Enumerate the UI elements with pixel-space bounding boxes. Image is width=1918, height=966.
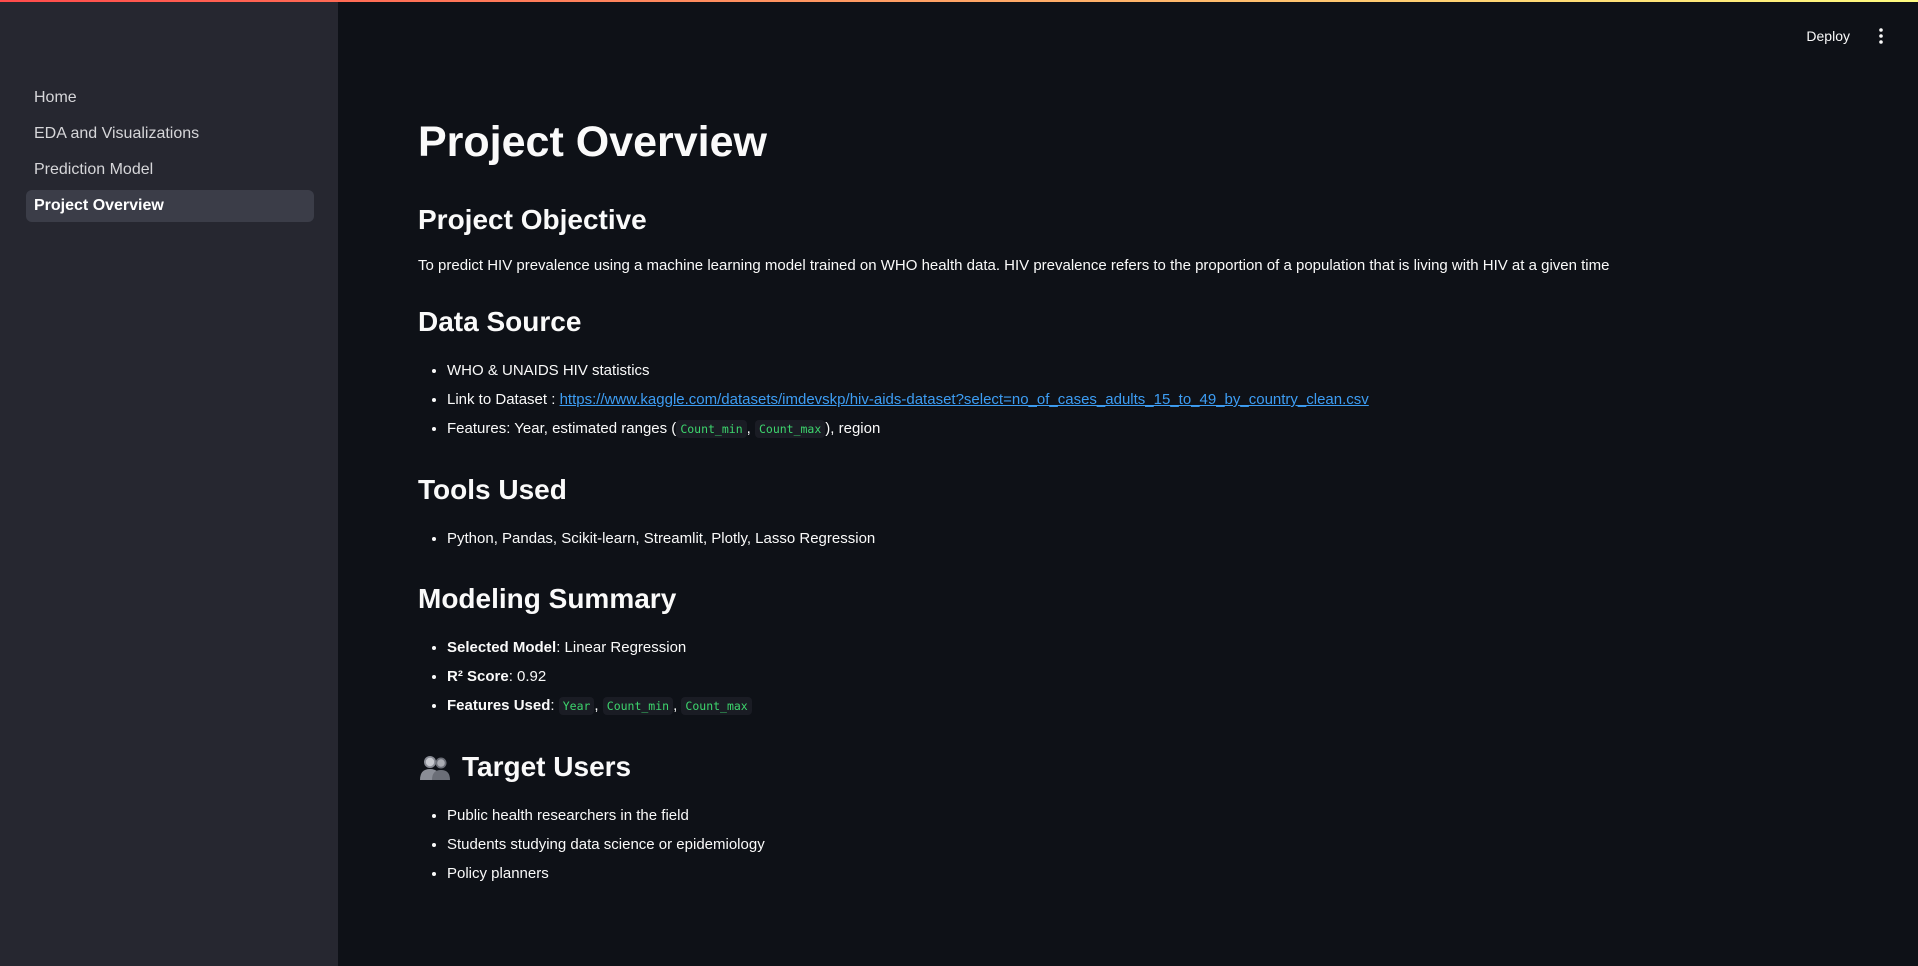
tools-heading: Tools Used xyxy=(418,474,567,505)
selected-model-label: Selected Model xyxy=(447,639,557,656)
modeling-heading: Modeling Summary xyxy=(418,583,677,614)
target-users-list: Public health researchers in the field S… xyxy=(418,801,1838,888)
list-item: Link to Dataset : https://www.kaggle.com… xyxy=(447,385,1838,414)
list-item: Features Used: Year, Count_min, Count_ma… xyxy=(447,691,1838,721)
r2-value: : 0.92 xyxy=(508,668,547,685)
data-source-list: WHO & UNAIDS HIV statistics Link to Data… xyxy=(418,356,1838,444)
header-toolbar: Deploy xyxy=(1798,24,1892,48)
modeling-list: Selected Model: Linear Regression R² Sco… xyxy=(418,633,1838,721)
link-prefix: Link to Dataset : xyxy=(447,391,560,408)
data-source-heading: Data Source xyxy=(418,306,582,337)
target-users-heading-text: Target Users xyxy=(462,751,632,782)
objective-text: To predict HIV prevalence using a machin… xyxy=(418,257,1610,274)
separator: , xyxy=(746,420,751,437)
code-count-max: Count_max xyxy=(754,420,826,438)
sidebar-item-eda[interactable]: EDA and Visualizations xyxy=(26,118,314,150)
code-count-min: Count_min xyxy=(602,697,674,715)
sidebar: Home EDA and Visualizations Prediction M… xyxy=(0,2,338,966)
more-options-icon[interactable] xyxy=(1870,25,1892,47)
list-item: Policy planners xyxy=(447,859,1838,888)
objective-heading: Project Objective xyxy=(418,204,647,235)
tools-list: Python, Pandas, Scikit-learn, Streamlit,… xyxy=(418,524,1838,553)
code-count-max: Count_max xyxy=(681,697,752,715)
selected-model-value: : Linear Regression xyxy=(556,639,687,656)
separator: , xyxy=(673,697,678,714)
code-year: Year xyxy=(558,697,595,715)
list-item: Features: Year, estimated ranges (Count_… xyxy=(447,414,1838,444)
list-item: Python, Pandas, Scikit-learn, Streamlit,… xyxy=(447,524,1838,553)
colon: : xyxy=(550,697,559,714)
deploy-button[interactable]: Deploy xyxy=(1798,24,1858,48)
page-content: Project Overview Project Objective To pr… xyxy=(418,112,1838,916)
features-used-label: Features Used xyxy=(447,697,551,714)
features-suffix: ), region xyxy=(825,420,881,437)
list-item: Students studying data science or epidem… xyxy=(447,830,1838,859)
features-prefix: Features: Year, estimated ranges ( xyxy=(447,420,677,437)
app-window: Home EDA and Visualizations Prediction M… xyxy=(0,0,1918,966)
sidebar-nav: Home EDA and Visualizations Prediction M… xyxy=(26,82,314,226)
code-count-min: Count_min xyxy=(676,420,747,438)
main-area: Deploy Project Overview Project Objectiv… xyxy=(338,2,1918,966)
people-icon xyxy=(418,752,452,782)
list-item: Selected Model: Linear Regression xyxy=(447,633,1838,662)
sidebar-item-project-overview[interactable]: Project Overview xyxy=(26,190,314,222)
list-item: WHO & UNAIDS HIV statistics xyxy=(447,356,1838,385)
target-users-heading: Target Users xyxy=(418,749,1838,785)
r2-label: R² Score xyxy=(447,668,509,685)
list-item: Public health researchers in the field xyxy=(447,801,1838,830)
page-title: Project Overview xyxy=(418,118,767,166)
dataset-link[interactable]: https://www.kaggle.com/datasets/imdevskp… xyxy=(560,391,1369,408)
separator: , xyxy=(594,697,599,714)
list-item: R² Score: 0.92 xyxy=(447,662,1838,691)
sidebar-item-prediction-model[interactable]: Prediction Model xyxy=(26,154,314,186)
sidebar-item-home[interactable]: Home xyxy=(26,82,314,114)
